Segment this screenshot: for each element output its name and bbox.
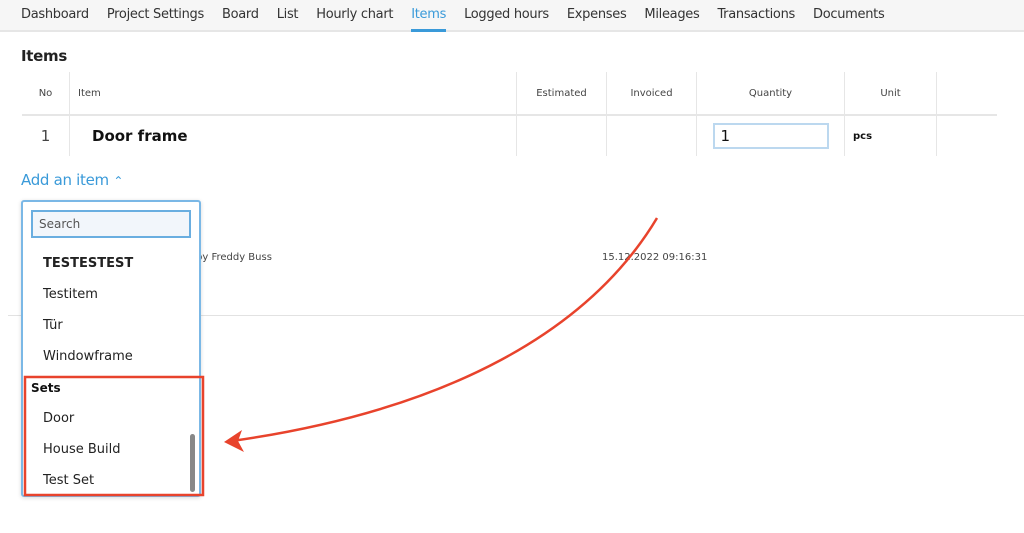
annotation-arrow <box>231 217 659 443</box>
annotation-highlight-box <box>23 375 205 497</box>
annotation-arrowhead <box>224 430 244 452</box>
annotation-overlay <box>23 217 659 497</box>
